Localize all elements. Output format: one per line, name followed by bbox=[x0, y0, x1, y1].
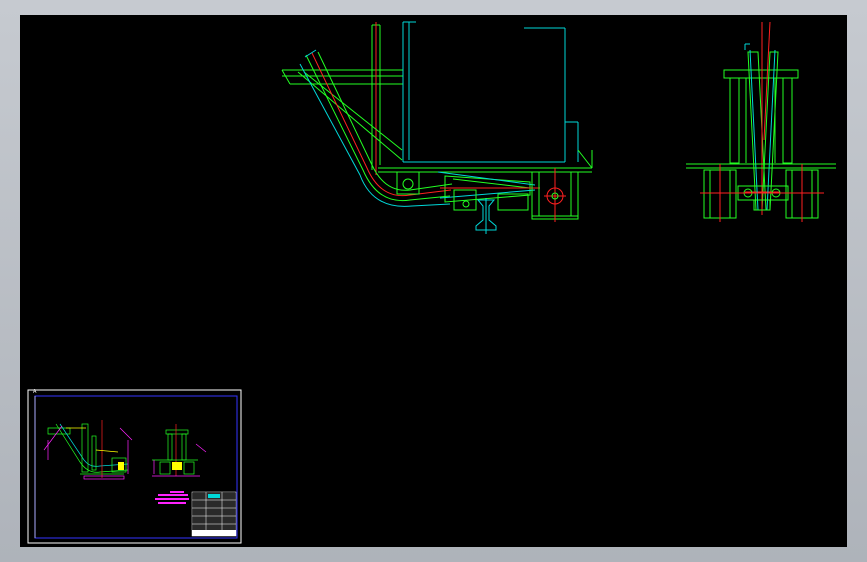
chute-tip bbox=[304, 49, 317, 58]
wheel-side bbox=[544, 168, 566, 222]
top-plate bbox=[723, 69, 799, 79]
chute-shadow bbox=[299, 63, 451, 207]
end-elevation-view bbox=[686, 21, 836, 222]
thumbnail-title-block bbox=[191, 491, 237, 537]
lower-arm bbox=[444, 175, 531, 203]
thumbnail-sheet-label: A bbox=[33, 389, 37, 395]
sheet-preview-thumbnail[interactable] bbox=[27, 389, 242, 544]
rail-section bbox=[475, 198, 497, 234]
pivot-bracket bbox=[396, 171, 420, 195]
floor-beam bbox=[378, 149, 593, 173]
wheel-pairs bbox=[703, 169, 819, 219]
diagonal-brace bbox=[297, 71, 403, 161]
side-elevation-view bbox=[281, 21, 593, 234]
base-deck bbox=[686, 163, 836, 169]
cad-drawing[interactable] bbox=[0, 0, 867, 562]
cabinet bbox=[402, 21, 579, 163]
end-view-hidden bbox=[744, 43, 776, 211]
chute-outer bbox=[305, 51, 453, 202]
top-rail bbox=[281, 69, 404, 85]
